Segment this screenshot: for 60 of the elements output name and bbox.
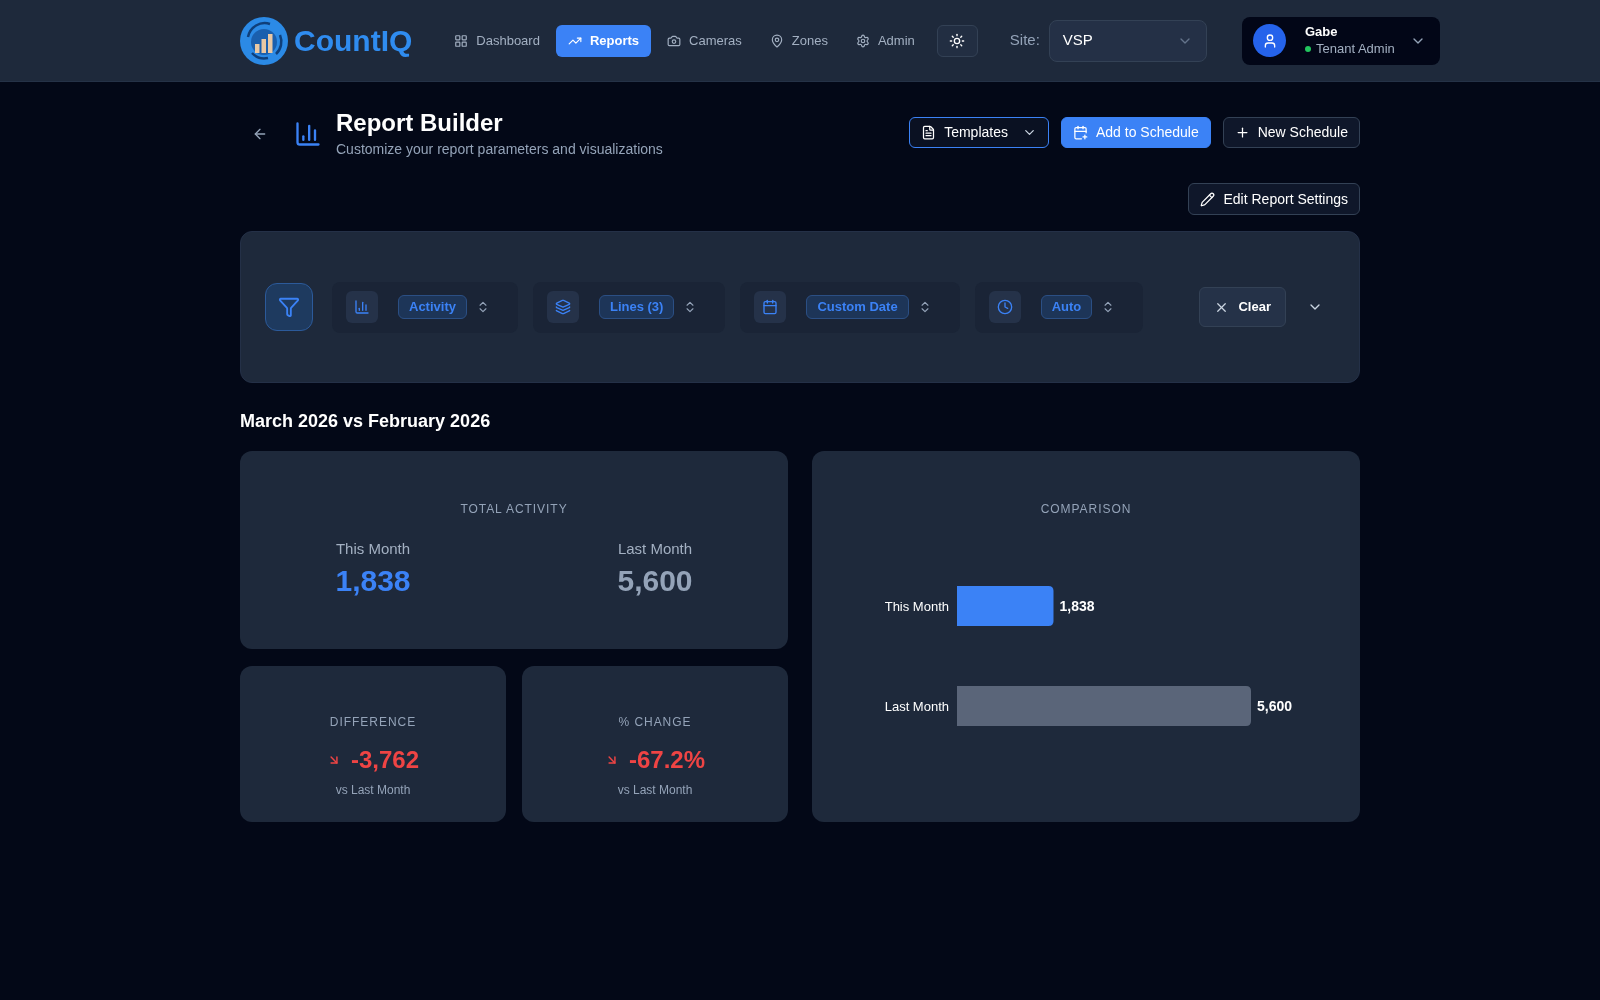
filter-value: Activity bbox=[398, 295, 467, 319]
user-role: Tenant Admin bbox=[1316, 41, 1395, 57]
plus-icon bbox=[1234, 125, 1250, 140]
clock-icon bbox=[988, 291, 1021, 323]
nav-tab[interactable]: Dashboard bbox=[442, 24, 552, 57]
period-value: 1,838 bbox=[335, 563, 411, 599]
clear-button[interactable]: Clear bbox=[1199, 287, 1286, 327]
stat-value: -67.2% bbox=[628, 744, 705, 775]
bar-chart-icon bbox=[346, 291, 378, 323]
site-select[interactable]: VSP bbox=[1048, 19, 1207, 62]
stat-caption: vs Last Month bbox=[335, 781, 411, 799]
chart-title: COMPARISON bbox=[1040, 501, 1132, 517]
period-label: This Month bbox=[335, 539, 411, 559]
filter-value: Custom Date bbox=[806, 295, 909, 319]
card-label: % CHANGE bbox=[618, 713, 692, 730]
calendar-icon bbox=[754, 291, 787, 323]
page-subtitle: Customize your report parameters and visualizations bbox=[336, 140, 663, 159]
user-menu[interactable]: Gabe Tenant Admin bbox=[1242, 16, 1440, 65]
pencil-icon bbox=[1200, 191, 1216, 207]
filter-button[interactable] bbox=[265, 283, 313, 331]
brand-name: CountIQ bbox=[294, 25, 413, 56]
sun-icon bbox=[949, 32, 966, 49]
period-label: Last Month bbox=[617, 539, 693, 559]
toolbar-button[interactable]: Templates bbox=[909, 117, 1049, 148]
grid-icon bbox=[454, 33, 469, 48]
bar-chart-icon bbox=[294, 120, 322, 148]
filter-value: Auto bbox=[1040, 295, 1093, 319]
toolbar-button[interactable]: New Schedule bbox=[1222, 117, 1360, 148]
card-label: TOTAL ACTIVITY bbox=[460, 501, 568, 517]
bar-label: Last Month bbox=[884, 698, 949, 714]
bar-label: This Month bbox=[884, 598, 949, 614]
theme-toggle-button[interactable] bbox=[936, 24, 978, 57]
user-avatar-icon bbox=[1253, 24, 1286, 57]
site-value: VSP bbox=[1062, 30, 1093, 51]
calendar-plus-icon bbox=[1072, 125, 1088, 140]
stat-value: -3,762 bbox=[350, 744, 420, 775]
nav-tab[interactable]: Cameras bbox=[655, 24, 754, 57]
layers-icon bbox=[546, 291, 579, 323]
nav-tab[interactable]: Admin bbox=[843, 24, 927, 57]
filter-value: Lines (3) bbox=[598, 295, 675, 319]
bar-value: 1,838 bbox=[1059, 598, 1095, 614]
period-value: 5,600 bbox=[617, 563, 693, 599]
stat-caption: vs Last Month bbox=[617, 781, 693, 799]
gear-icon bbox=[855, 33, 870, 48]
map-pin-icon bbox=[769, 33, 784, 48]
camera-icon bbox=[667, 33, 682, 48]
bar-value: 5,600 bbox=[1257, 698, 1293, 714]
nav-tab[interactable]: Reports bbox=[555, 24, 652, 57]
user-name: Gabe bbox=[1305, 24, 1338, 40]
site-label: Site: bbox=[1009, 30, 1040, 51]
bar-chart-logo-icon bbox=[240, 16, 288, 65]
arrow-left-icon bbox=[252, 126, 268, 142]
nav-tab[interactable]: Zones bbox=[757, 24, 840, 57]
document-icon bbox=[921, 125, 937, 140]
page-title: Report Builder bbox=[336, 109, 504, 137]
toolbar-button[interactable]: Add to Schedule bbox=[1060, 117, 1211, 148]
period-title: March 2026 vs February 2026 bbox=[240, 410, 492, 433]
edit-settings-button[interactable]: Edit Report Settings bbox=[1188, 183, 1360, 215]
card-label: DIFFERENCE bbox=[329, 713, 417, 730]
funnel-icon bbox=[278, 296, 300, 318]
